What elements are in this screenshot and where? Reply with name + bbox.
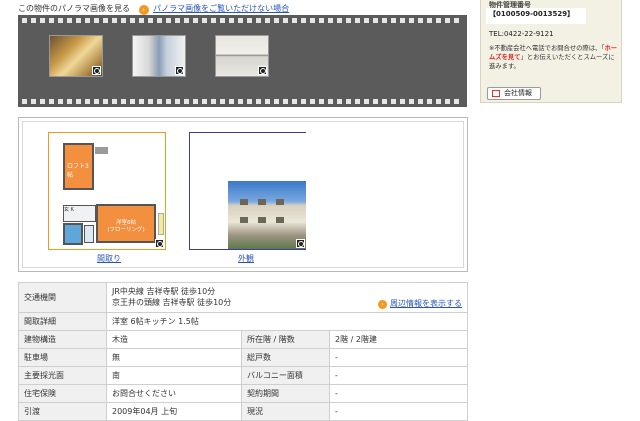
window xyxy=(258,199,266,205)
window xyxy=(276,217,284,223)
zoom-icon xyxy=(258,66,267,75)
window xyxy=(258,217,266,223)
row-value: 木造 xyxy=(106,330,242,349)
exterior-photo xyxy=(228,181,306,249)
panorama-thumbnail[interactable] xyxy=(49,35,103,77)
exterior-link[interactable]: 外観 xyxy=(238,253,254,264)
panorama-text: この物件のパノラマ画像を見る xyxy=(18,4,130,13)
row-label: 契約期間 xyxy=(241,384,330,403)
exterior-image[interactable] xyxy=(189,132,306,250)
nearby-info-link[interactable]: › 周辺情報を表示する xyxy=(378,298,462,309)
row-value: 無 xyxy=(106,348,242,367)
table-row: 交通機関 JR中央線 吉祥寺駅 徒歩10分 京王井の頭線 吉祥寺駅 徒歩10分 … xyxy=(18,282,468,313)
row-value: - xyxy=(329,384,468,403)
image-gallery-inner: ロフト3帖 玄 K 洋室6帖 (フローリング) 間取り 外観 xyxy=(22,121,464,268)
table-row: 間取詳細 洋室 6帖キッチン 1.5帖 xyxy=(18,312,468,331)
zoom-icon xyxy=(92,66,101,75)
entrance-label: 玄 xyxy=(64,207,70,213)
table-row: 駐車場 無 総戸数 - xyxy=(18,348,468,367)
access-label: 交通機関 xyxy=(18,282,107,313)
row-value: - xyxy=(329,366,468,385)
row-value: - xyxy=(329,348,468,367)
row-value: - xyxy=(329,402,468,421)
loft-label: ロフト3帖 xyxy=(67,163,89,179)
table-row: 引渡 2009年04月 上旬 現況 - xyxy=(18,402,468,421)
main-room-sub: (フローリング) xyxy=(107,227,145,233)
image-gallery-box: ロフト3帖 玄 K 洋室6帖 (フローリング) 間取り 外観 xyxy=(18,117,468,272)
loft-ladder xyxy=(95,147,108,154)
kitchen-label: K xyxy=(70,207,74,213)
table-row: 建物構造 木造 所在階 / 階数 2階 / 2階建 xyxy=(18,330,468,349)
floorplan-link[interactable]: 間取り xyxy=(97,253,121,264)
kitchen-area: 玄 K xyxy=(63,205,96,222)
layout-value: 洋室 6帖キッチン 1.5帖 xyxy=(106,312,468,331)
call-note-pre: ※不動産会社へ電話でお問合せの際は、「 xyxy=(489,45,605,52)
row-label: 建物構造 xyxy=(18,330,107,349)
window xyxy=(276,199,284,205)
loft-room: ロフト3帖 xyxy=(63,143,94,190)
toilet xyxy=(84,225,94,243)
arrow-right-icon: › xyxy=(378,300,387,309)
film-holes-top xyxy=(22,18,463,23)
property-details-table: 交通機関 JR中央線 吉祥寺駅 徒歩10分 京王井の頭線 吉祥寺駅 徒歩10分 … xyxy=(18,282,468,421)
bathroom xyxy=(63,223,83,245)
row-label: 現況 xyxy=(241,402,330,421)
film-holes-bottom xyxy=(22,99,463,104)
management-number: 【0100509-0013529】 xyxy=(489,10,575,18)
table-row: 主要採光面 南 バルコニー面積 - xyxy=(18,366,468,385)
company-info-label: 会社情報 xyxy=(504,89,532,97)
row-label: 主要採光面 xyxy=(18,366,107,385)
row-label: 総戸数 xyxy=(241,348,330,367)
panorama-help-link[interactable]: パノラマ画像をご覧いただけない場合 xyxy=(153,4,289,13)
panorama-film-strip xyxy=(18,15,467,107)
company-info-button[interactable]: 会社情報 xyxy=(487,87,541,100)
zoom-icon xyxy=(296,239,305,248)
building-icon xyxy=(492,90,500,97)
row-label: 駐車場 xyxy=(18,348,107,367)
arrow-right-icon: › xyxy=(138,5,149,15)
nearby-info-label: 周辺情報を表示する xyxy=(390,299,462,308)
row-label: 住宅保険 xyxy=(18,384,107,403)
panorama-line: この物件のパノラマ画像を見る › パノラマ画像をご覧いただけない場合 xyxy=(18,3,289,15)
zoom-icon xyxy=(155,239,164,248)
row-label: バルコニー面積 xyxy=(241,366,330,385)
access-line-1: JR中央線 吉祥寺駅 徒歩10分 xyxy=(112,287,216,296)
call-note: ※不動産会社へ電話でお問合せの際は、「ホームズを見て」とお伝えいただくとスムーズ… xyxy=(489,44,619,71)
layout-label: 間取詳細 xyxy=(18,312,107,331)
zoom-icon xyxy=(175,66,184,75)
window xyxy=(240,199,248,205)
access-cell: JR中央線 吉祥寺駅 徒歩10分 京王井の頭線 吉祥寺駅 徒歩10分 › 周辺情報… xyxy=(106,282,468,313)
row-value: 南 xyxy=(106,366,242,385)
main-room-label: 洋室6帖 xyxy=(116,220,136,226)
row-value: 2009年04月 上旬 xyxy=(106,402,242,421)
floorplan-image[interactable]: ロフト3帖 玄 K 洋室6帖 (フローリング) xyxy=(48,132,166,250)
table-row: 住宅保険 お問合せください 契約期間 - xyxy=(18,384,468,403)
panorama-thumbnail[interactable] xyxy=(215,35,269,77)
row-value: 2階 / 2階建 xyxy=(329,330,468,349)
window xyxy=(240,217,248,223)
row-label: 引渡 xyxy=(18,402,107,421)
row-value: お問合せください xyxy=(106,384,242,403)
panorama-thumbnail[interactable] xyxy=(132,35,186,77)
row-label: 所在階 / 階数 xyxy=(241,330,330,349)
main-room: 洋室6帖 (フローリング) xyxy=(96,204,156,243)
balcony xyxy=(158,213,164,235)
phone-number: TEL:0422-22-9121 xyxy=(489,30,554,38)
